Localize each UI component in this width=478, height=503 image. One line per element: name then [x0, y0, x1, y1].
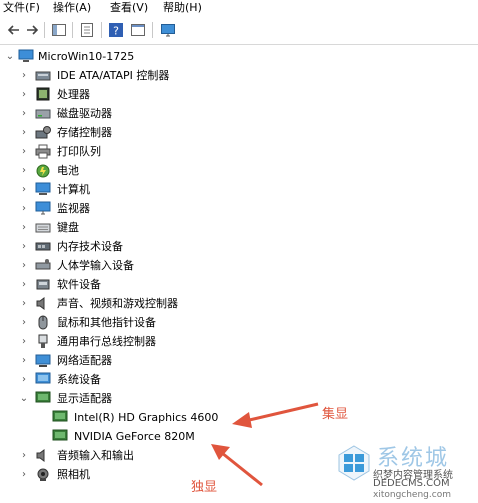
- annotation-arrows: [211, 402, 319, 487]
- windows-logo-icon: [338, 445, 370, 481]
- annotation-discrete: 独显: [191, 480, 218, 495]
- watermark-line3: xitongcheng.com: [373, 490, 451, 500]
- arrow-to-nvidia: [211, 444, 263, 487]
- annotation-integrated: 集显: [322, 407, 349, 422]
- watermark-line2: DEDECMS.COM: [373, 478, 450, 489]
- watermark: 系统城 织梦内容管理系统 DEDECMS.COM xitongcheng.com: [333, 440, 478, 503]
- arrow-to-intel: [232, 402, 319, 428]
